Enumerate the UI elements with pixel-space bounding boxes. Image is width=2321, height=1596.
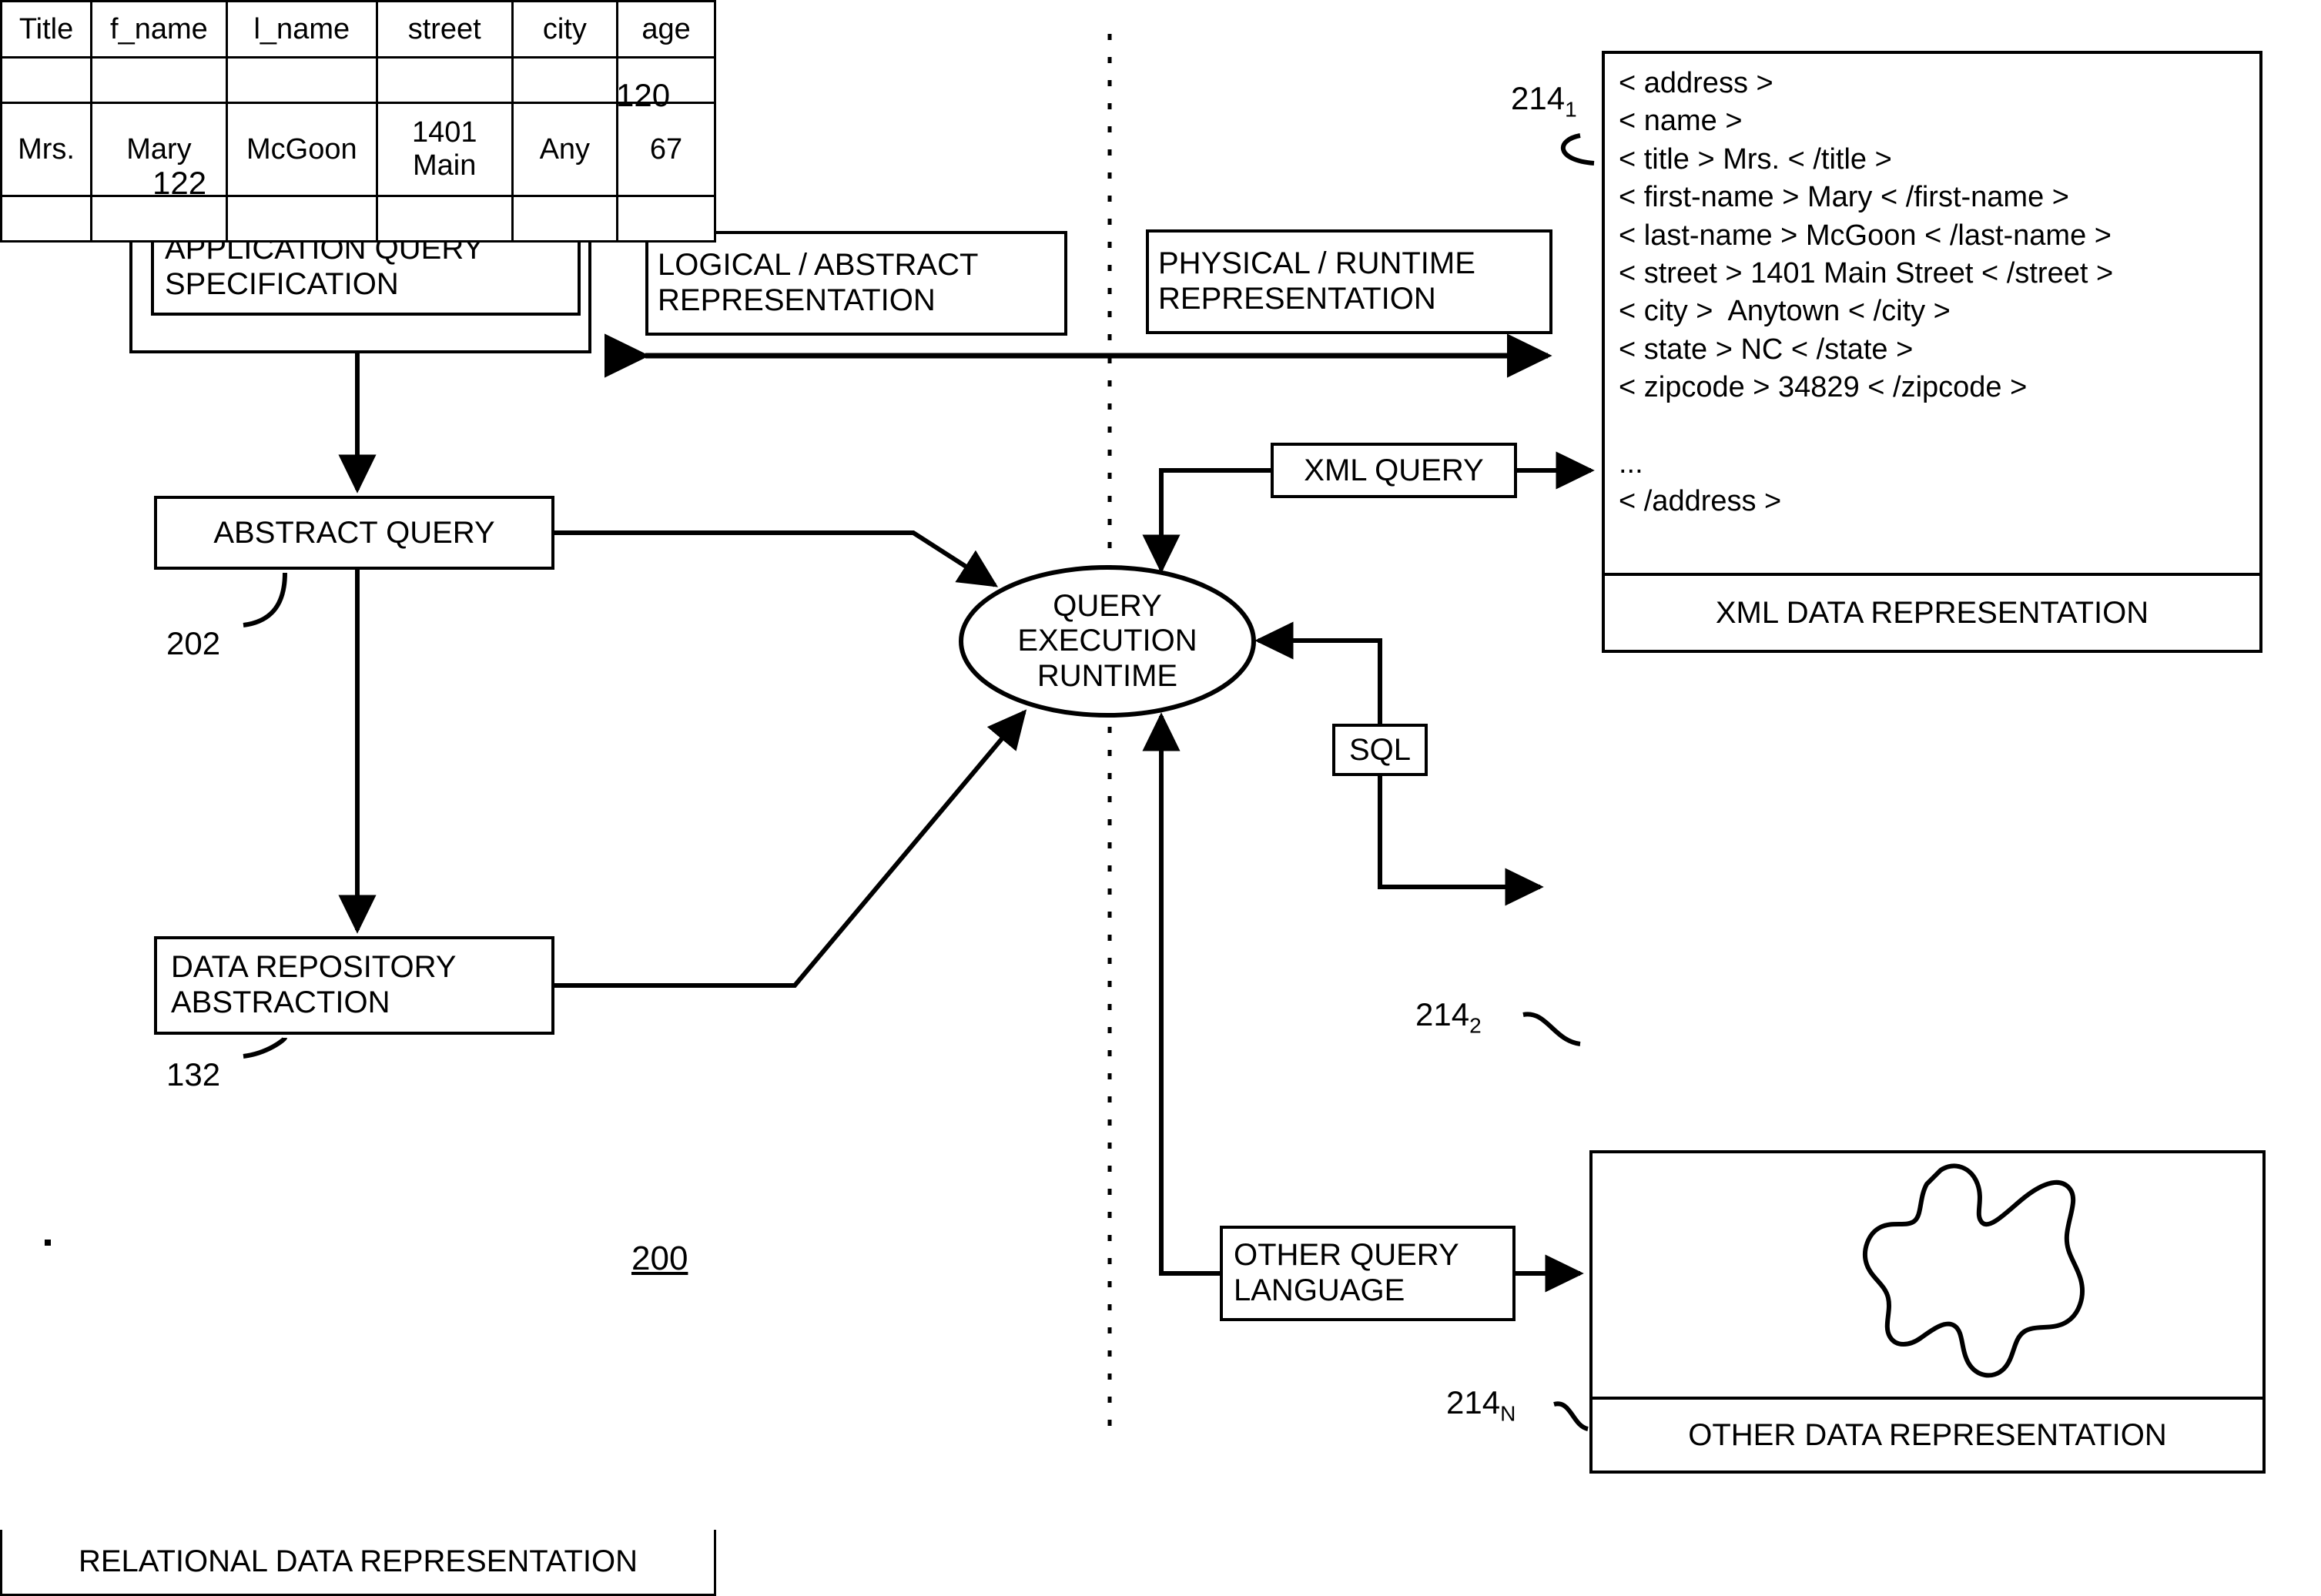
reference-numeral-122: 122 (152, 165, 207, 201)
figure-number: 200 (631, 1240, 688, 1277)
relational-data-table: Title f_name l_name street city age Mrs. Mary Mc… (0, 0, 716, 243)
sql-box[interactable]: SQL (1332, 724, 1428, 776)
other-query-language-label: OTHER QUERY LANGUAGE (1234, 1238, 1459, 1307)
table-cell (511, 195, 619, 243)
table-row (0, 195, 716, 243)
query-execution-runtime-line-1: QUERY (1053, 588, 1162, 623)
reference-numeral-214-2-base: 214 (1415, 996, 1470, 1032)
column-header: street (375, 0, 514, 59)
query-execution-runtime-node[interactable]: QUERY EXECUTION RUNTIME (961, 567, 1254, 715)
data-repository-abstraction-label: DATA REPOSITORY ABSTRACTION (171, 950, 457, 1019)
table-cell (90, 195, 228, 243)
column-header: f_name (90, 0, 228, 59)
table-cell (375, 56, 514, 104)
reference-numeral-214-n: 214N (1446, 1384, 1516, 1426)
table-cell: McGoon (225, 102, 378, 197)
relational-data-representation-caption: RELATIONAL DATA REPRESENTATION (0, 1530, 716, 1596)
table-header-row: Title f_name l_name street city age (0, 0, 716, 59)
xml-data-representation-caption: XML DATA REPRESENTATION (1715, 595, 2149, 630)
reference-numeral-214-n-subscript: N (1500, 1401, 1516, 1426)
reference-numeral-214-2-subscript: 2 (1469, 1013, 1482, 1038)
logical-abstract-representation-box: LOGICAL / ABSTRACT REPRESENTATION (645, 231, 1067, 336)
table-cell (225, 56, 378, 104)
table-cell (90, 56, 228, 104)
xml-query-label: XML QUERY (1304, 453, 1484, 487)
abstract-query-box[interactable]: ABSTRACT QUERY (154, 496, 554, 570)
table-row (0, 56, 716, 104)
reference-numeral-120: 120 (616, 77, 671, 113)
column-header: city (511, 0, 619, 59)
reference-numeral-214-2: 2142 (1415, 996, 1482, 1038)
reference-numeral-202: 202 (166, 625, 221, 661)
column-header: age (616, 0, 716, 59)
table-cell (616, 195, 716, 243)
xml-code-block: < address > < name > < title > Mrs. < /t… (1619, 67, 2114, 518)
reference-numeral-132: 132 (166, 1056, 221, 1092)
xml-query-box[interactable]: XML QUERY (1271, 443, 1517, 498)
column-header: Title (0, 0, 93, 59)
query-execution-runtime-line-3: RUNTIME (1037, 658, 1178, 693)
table-cell (375, 195, 514, 243)
reference-numeral-214-1: 2141 (1511, 80, 1577, 122)
logical-abstract-representation-label: LOGICAL / ABSTRACT REPRESENTATION (658, 248, 979, 317)
patent-figure-200: APPLICATION APPLICATION QUERY SPECIFICAT… (0, 0, 2321, 1596)
reference-numeral-214-1-base: 214 (1511, 80, 1566, 116)
data-repository-abstraction-box[interactable]: DATA REPOSITORY ABSTRACTION (154, 936, 554, 1035)
table-cell: Any (511, 102, 619, 197)
table-cell (0, 195, 93, 243)
other-query-language-box[interactable]: OTHER QUERY LANGUAGE (1220, 1226, 1516, 1321)
physical-runtime-representation-label: PHYSICAL / RUNTIME REPRESENTATION (1158, 246, 1475, 316)
corner-dot-mark (45, 1240, 51, 1246)
amorphous-blob-icon (1863, 1163, 2085, 1378)
table-cell: Mrs. (0, 102, 93, 197)
query-execution-runtime-line-2: EXECUTION (1017, 624, 1197, 658)
table-row: Mrs. Mary McGoon 1401 Main Any 67 (0, 102, 716, 197)
abstract-query-label: ABSTRACT QUERY (213, 515, 495, 550)
column-header: l_name (225, 0, 378, 59)
other-data-representation-panel: OTHER DATA REPRESENTATION (1589, 1150, 2266, 1474)
reference-numeral-214-n-base: 214 (1446, 1384, 1501, 1420)
table-cell: 1401 Main (375, 102, 514, 197)
table-cell (511, 56, 619, 104)
table-cell (225, 195, 378, 243)
other-data-representation-caption: OTHER DATA REPRESENTATION (1688, 1417, 2167, 1452)
sql-label: SQL (1348, 732, 1412, 767)
table-cell: 67 (616, 102, 716, 197)
reference-numeral-214-1-subscript: 1 (1565, 97, 1577, 122)
xml-data-representation-panel: < address > < name > < title > Mrs. < /t… (1602, 51, 2262, 653)
table-cell (0, 56, 93, 104)
physical-runtime-representation-box: PHYSICAL / RUNTIME REPRESENTATION (1146, 229, 1552, 334)
